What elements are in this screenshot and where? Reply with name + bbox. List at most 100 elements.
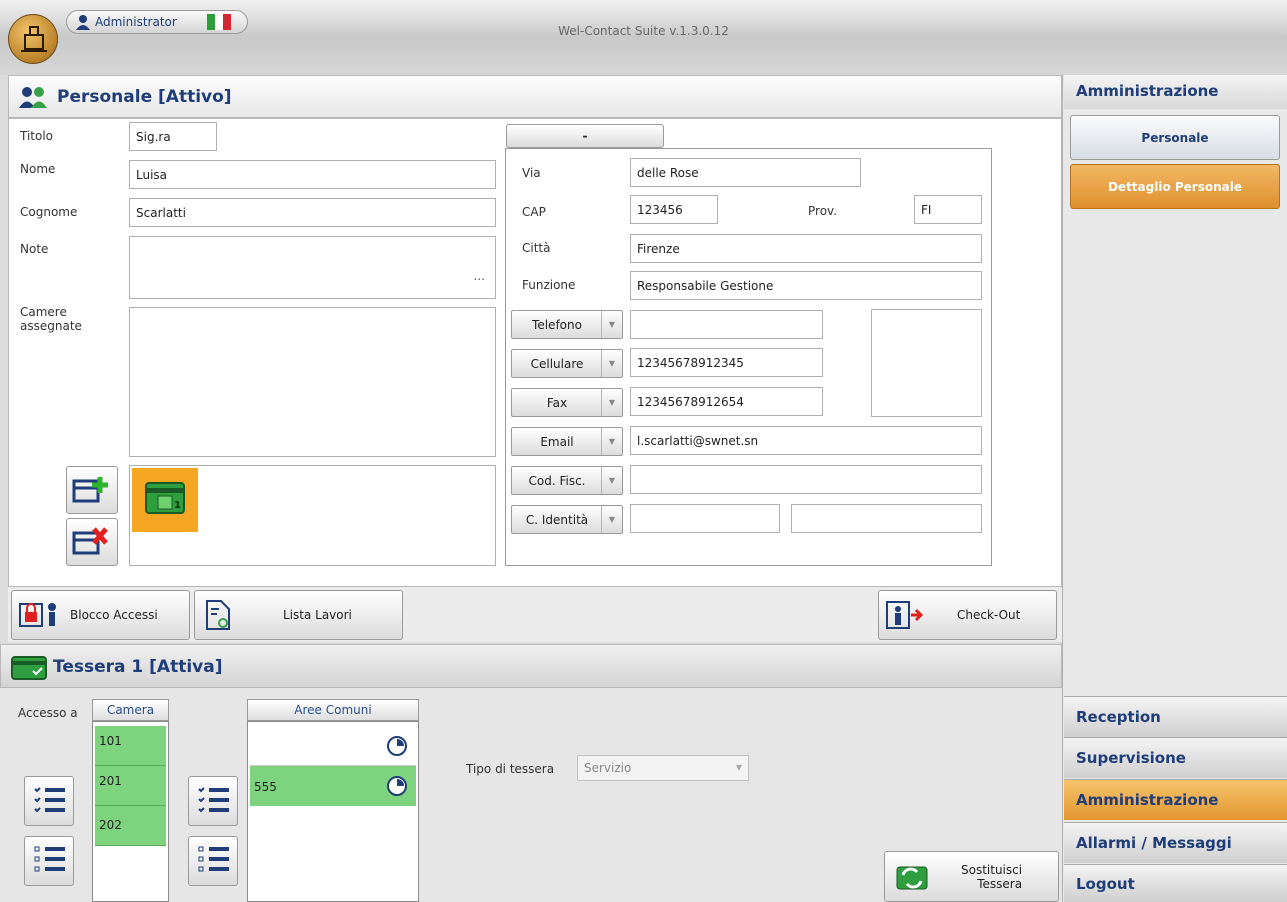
card-replace-icon bbox=[896, 866, 928, 889]
sidebar-item-dettaglio[interactable]: Dettaglio Personale bbox=[1070, 164, 1280, 209]
camera-list-none-button[interactable] bbox=[24, 836, 74, 886]
add-card-button[interactable] bbox=[66, 466, 118, 514]
identita-field-2[interactable] bbox=[791, 504, 982, 533]
app-menu-button[interactable] bbox=[8, 14, 58, 64]
blocco-accessi-label: Blocco Accessi bbox=[70, 608, 158, 622]
nav-supervisione[interactable]: Supervisione bbox=[1064, 737, 1287, 778]
cellulare-field[interactable] bbox=[630, 348, 823, 377]
personale-header: Personale [Attivo] bbox=[8, 75, 1062, 118]
chevron-down-icon: ▼ bbox=[601, 389, 622, 416]
camera-header: Camera bbox=[92, 699, 169, 721]
sostituisci-label: Sostituisci Tessera bbox=[961, 862, 1023, 891]
lista-lavori-button[interactable]: Lista Lavori bbox=[194, 590, 403, 640]
note-field[interactable]: ... bbox=[129, 236, 496, 299]
card-item[interactable]: 1 bbox=[132, 468, 198, 532]
via-field[interactable] bbox=[630, 158, 861, 187]
cognome-field[interactable] bbox=[129, 198, 496, 227]
clock-icon[interactable] bbox=[386, 735, 408, 757]
contact-type-identita[interactable]: C. Identità ▼ bbox=[511, 505, 623, 534]
contact-type-fax[interactable]: Fax ▼ bbox=[511, 388, 623, 417]
fax-field[interactable] bbox=[630, 387, 823, 416]
prov-label: Prov. bbox=[808, 204, 838, 218]
checkout-label: Check-Out bbox=[957, 608, 1021, 622]
contact-type-codfisc[interactable]: Cod. Fisc. ▼ bbox=[511, 466, 623, 495]
aree-list-none-button[interactable] bbox=[188, 836, 238, 886]
sidebar-section-title: Amministrazione bbox=[1076, 82, 1219, 100]
camera-row[interactable]: 101 bbox=[95, 726, 166, 766]
identita-field[interactable] bbox=[630, 504, 780, 533]
personale-title: Personale [Attivo] bbox=[57, 87, 232, 107]
tipo-tessera-value: Servizio bbox=[584, 761, 632, 775]
contact-type-label: Cod. Fisc. bbox=[528, 473, 586, 488]
note-more[interactable]: ... bbox=[474, 269, 485, 283]
chevron-down-icon: ▼ bbox=[601, 467, 622, 494]
aree-row[interactable]: 555 bbox=[250, 766, 416, 806]
list-icon bbox=[198, 846, 229, 872]
aree-name: 555 bbox=[254, 780, 277, 794]
camere-label: Camere assegnate bbox=[20, 305, 82, 333]
checkout-button[interactable]: Check-Out bbox=[878, 590, 1057, 640]
chevron-down-icon: ▼ bbox=[601, 428, 622, 455]
titolo-field[interactable] bbox=[129, 122, 217, 151]
hotel-icon bbox=[21, 26, 47, 52]
contact-type-email[interactable]: Email ▼ bbox=[511, 427, 623, 456]
contact-type-label: Telefono bbox=[532, 317, 582, 332]
codfisc-field[interactable] bbox=[630, 465, 982, 494]
address-tab[interactable]: - bbox=[506, 124, 664, 148]
via-label: Via bbox=[522, 166, 541, 180]
aree-row[interactable] bbox=[250, 726, 416, 766]
camera-row[interactable]: 202 bbox=[95, 806, 166, 846]
chevron-down-icon: ▼ bbox=[735, 763, 742, 772]
citta-field[interactable] bbox=[630, 234, 982, 263]
checklist-icon bbox=[34, 787, 65, 813]
funzione-label: Funzione bbox=[522, 278, 576, 292]
cards-list[interactable]: 1 bbox=[129, 465, 496, 566]
tipo-tessera-label: Tipo di tessera bbox=[466, 762, 555, 776]
cognome-label: Cognome bbox=[20, 205, 78, 219]
nav-reception[interactable]: Reception bbox=[1064, 696, 1287, 737]
aree-list-all-button[interactable] bbox=[188, 776, 238, 826]
photo-box[interactable] bbox=[871, 309, 982, 417]
tipo-tessera-select[interactable]: Servizio ▼ bbox=[577, 755, 749, 781]
sidebar-section-header: Amministrazione bbox=[1064, 75, 1287, 109]
tessera-header: Tessera 1 [Attiva] bbox=[0, 644, 1062, 688]
chevron-down-icon: ▼ bbox=[601, 506, 622, 533]
cap-field[interactable] bbox=[630, 195, 718, 224]
camera-row[interactable]: 201 bbox=[95, 766, 166, 806]
contact-type-telefono[interactable]: Telefono ▼ bbox=[511, 310, 623, 339]
sostituisci-tessera-button[interactable]: Sostituisci Tessera bbox=[884, 851, 1059, 902]
sidebar-item-personale[interactable]: Personale bbox=[1070, 115, 1280, 160]
telefono-field[interactable] bbox=[630, 310, 823, 339]
email-field[interactable] bbox=[630, 426, 982, 455]
remove-card-button[interactable] bbox=[66, 518, 118, 566]
work-list-icon bbox=[206, 600, 230, 630]
funzione-field[interactable] bbox=[630, 271, 982, 300]
nav-allarmi[interactable]: Allarmi / Messaggi bbox=[1064, 822, 1287, 863]
list-icon bbox=[34, 846, 65, 872]
contact-type-label: C. Identità bbox=[525, 512, 589, 527]
window-title: Wel-Contact Suite v.1.3.0.12 bbox=[558, 24, 729, 38]
contact-type-label: Cellulare bbox=[530, 356, 584, 371]
cap-label: CAP bbox=[522, 205, 546, 219]
staff-icon bbox=[19, 86, 49, 111]
lock-person-icon bbox=[19, 603, 56, 627]
aree-header: Aree Comuni bbox=[247, 699, 419, 721]
nav-logout[interactable]: Logout bbox=[1064, 864, 1287, 902]
prov-field[interactable] bbox=[914, 195, 982, 224]
chevron-down-icon: ▼ bbox=[601, 311, 622, 338]
lista-lavori-label: Lista Lavori bbox=[283, 608, 352, 622]
card-remove-icon bbox=[72, 527, 108, 555]
nav-amministrazione[interactable]: Amministrazione bbox=[1064, 779, 1287, 820]
clock-icon[interactable] bbox=[386, 775, 408, 797]
accesso-label: Accesso a bbox=[18, 706, 78, 720]
aree-grid[interactable]: 555 bbox=[247, 721, 419, 902]
camera-grid[interactable]: 101 201 202 bbox=[92, 721, 169, 902]
chevron-down-icon: ▼ bbox=[601, 350, 622, 377]
contact-type-cellulare[interactable]: Cellulare ▼ bbox=[511, 349, 623, 378]
blocco-accessi-button[interactable]: Blocco Accessi bbox=[11, 590, 190, 640]
nome-field[interactable] bbox=[129, 160, 496, 189]
card-number: 1 bbox=[174, 500, 181, 511]
card-add-icon bbox=[72, 477, 108, 503]
camera-list-all-button[interactable] bbox=[24, 776, 74, 826]
camere-list[interactable] bbox=[129, 307, 496, 457]
